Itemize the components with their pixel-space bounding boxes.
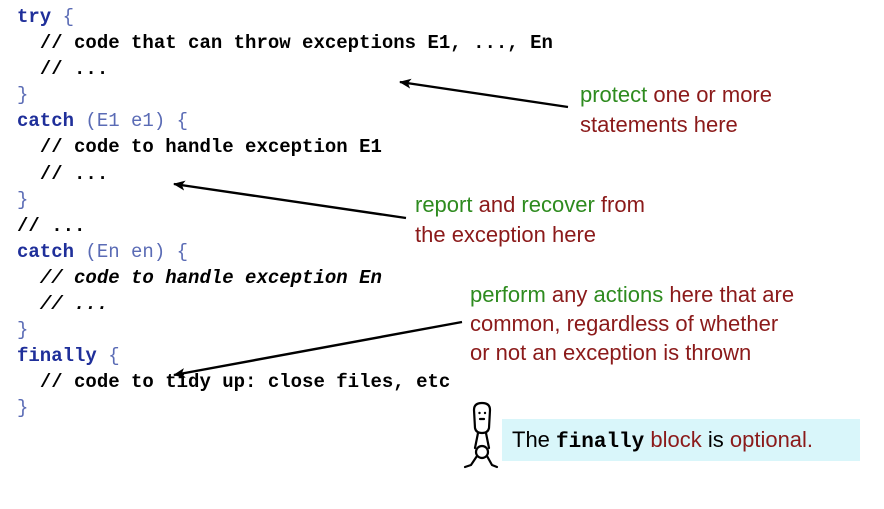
arrows-layer	[173, 78, 569, 469]
arrow-protect	[399, 78, 569, 109]
arrow-report	[173, 180, 407, 220]
stick-figure-icon	[463, 401, 499, 469]
arrow-perform	[173, 320, 463, 378]
